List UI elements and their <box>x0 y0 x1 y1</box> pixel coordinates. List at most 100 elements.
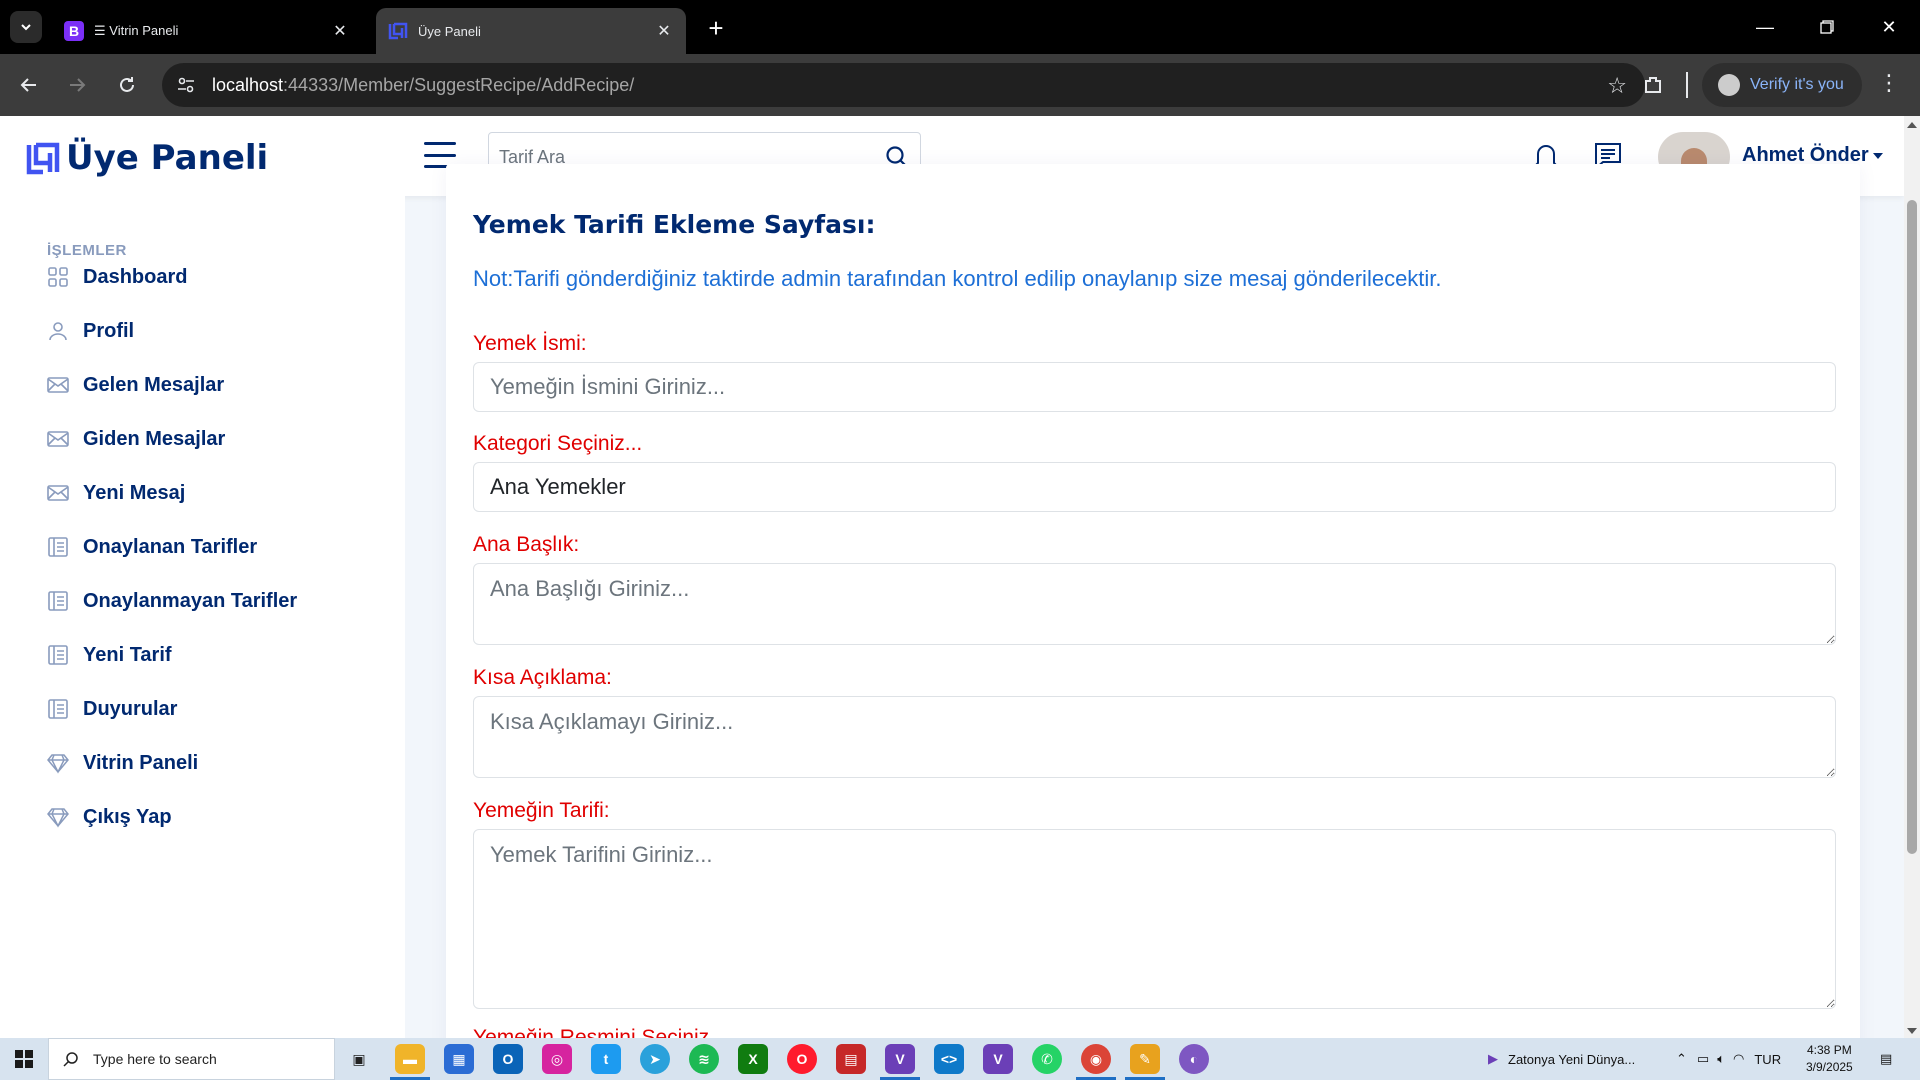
recipe-textarea[interactable] <box>473 829 1836 1009</box>
xbox-icon[interactable]: X <box>738 1044 768 1074</box>
gem-icon <box>47 752 69 774</box>
person-icon <box>47 320 69 342</box>
outlook-icon[interactable]: O <box>493 1044 523 1074</box>
short-description-textarea[interactable] <box>473 696 1836 778</box>
sidebar-item-label: Vitrin Paneli <box>83 751 199 774</box>
volume-icon[interactable]: 🔈︎ <box>1717 1051 1725 1067</box>
vscode-icon[interactable]: <> <box>934 1044 964 1074</box>
opera-icon[interactable]: O <box>787 1044 817 1074</box>
layout-text-icon <box>47 644 69 666</box>
restore-icon[interactable] <box>1804 10 1850 44</box>
spotify-icon[interactable]: ≋ <box>689 1044 719 1074</box>
verify-label: Verify it's you <box>1750 76 1844 93</box>
url-path: :44333/Member/SuggestRecipe/AddRecipe/ <box>283 74 635 95</box>
recipe-name-input[interactable] <box>473 362 1836 412</box>
tab-vitrin-paneli[interactable]: B ☰ Vitrin Paneli ✕ <box>52 8 362 54</box>
twitter-icon[interactable]: t <box>591 1044 621 1074</box>
verify-profile-button[interactable]: Verify it's you <box>1702 63 1862 107</box>
windows-start-icon[interactable] <box>0 1038 48 1080</box>
back-icon[interactable] <box>12 68 46 102</box>
forward-icon[interactable] <box>60 68 94 102</box>
scroll-down-icon[interactable] <box>1907 1028 1917 1034</box>
instagram-icon[interactable]: ◎ <box>542 1044 572 1074</box>
form-note: Not:Tarifi gönderdiğiniz taktirde admin … <box>473 266 1442 291</box>
tab-title: ☰ Vitrin Paneli <box>94 23 179 38</box>
tab-uye-paneli[interactable]: Üye Paneli ✕ <box>376 8 686 54</box>
sidebar-item-label: Duyurular <box>83 697 178 720</box>
close-icon[interactable]: ✕ <box>330 21 350 41</box>
sidebar-item-duyurular[interactable]: Duyurular <box>47 692 177 726</box>
taskbar-search-placeholder: Type here to search <box>93 1051 217 1067</box>
store-icon[interactable]: ▦ <box>444 1044 474 1074</box>
scroll-up-icon[interactable] <box>1907 122 1917 128</box>
whatsapp-icon[interactable]: ✆ <box>1032 1044 1062 1074</box>
taskbar-search[interactable]: Type here to search <box>48 1038 335 1080</box>
envelope-icon <box>47 374 69 396</box>
new-tab-button[interactable]: + <box>700 12 732 44</box>
layout-text-icon <box>47 590 69 612</box>
bookmark-star-icon[interactable]: ☆ <box>1607 73 1627 99</box>
caret-down-icon <box>1872 152 1883 159</box>
sidebar-item-yeni-mesaj[interactable]: Yeni Mesaj <box>47 476 185 510</box>
close-window-icon[interactable]: ✕ <box>1866 10 1912 44</box>
tab-search-button[interactable] <box>10 11 42 43</box>
telegram-icon[interactable]: ➤ <box>640 1044 670 1074</box>
reload-icon[interactable] <box>110 68 144 102</box>
sidebar-item-onaylanan-tarifler[interactable]: Onaylanan Tarifler <box>47 530 257 564</box>
battery-icon[interactable]: ▭ <box>1697 1051 1709 1067</box>
system-tray[interactable]: ⌃ ▭ 🔈︎ ◠ TUR <box>1676 1038 1781 1080</box>
site-settings-icon[interactable] <box>176 75 196 95</box>
sidebar-item-onaylanmayan-tarifler[interactable]: Onaylanmayan Tarifler <box>47 584 297 618</box>
sidebar-item-dashboard[interactable]: Dashboard <box>47 260 187 294</box>
logo[interactable]: Üye Paneli <box>26 138 268 178</box>
recipe-label: Yemeğin Tarifi: <box>473 799 610 822</box>
chrome-icon[interactable]: ◉ <box>1081 1044 1111 1074</box>
extensions-icon[interactable] <box>1636 68 1670 102</box>
main-heading-label: Ana Başlık: <box>473 533 580 556</box>
file-explorer-icon[interactable]: ▬ <box>395 1044 425 1074</box>
sidebar-item-label: Dashboard <box>83 265 188 288</box>
browser-tab-bar: B ☰ Vitrin Paneli ✕ Üye Paneli ✕ + — ✕ <box>0 0 1920 54</box>
visual-studio-2-icon[interactable]: V <box>983 1044 1013 1074</box>
media-widget[interactable]: ▶ Zatonya Yeni Dünya... <box>1488 1038 1635 1080</box>
notifications-icon[interactable]: ▤ <box>1880 1038 1892 1080</box>
search-icon <box>63 1052 78 1067</box>
task-view-icon[interactable]: ▣ <box>344 1044 374 1074</box>
layout-text-icon <box>47 698 69 720</box>
main-heading-textarea[interactable] <box>473 563 1836 645</box>
sidebar-item-gelen-mesajlar[interactable]: Gelen Mesajlar <box>47 368 224 402</box>
clock[interactable]: 4:38 PM 3/9/2025 <box>1806 1042 1853 1076</box>
sidebar-item-giden-mesajlar[interactable]: Giden Mesajlar <box>47 422 225 456</box>
sidebar-item-label: Profil <box>83 319 135 342</box>
minimize-icon[interactable]: — <box>1742 10 1788 44</box>
sidebar: İŞLEMLER Dashboard Profil Gelen Mesajlar Gi… <box>0 196 405 1038</box>
recipe-name-label: Yemek İsmi: <box>473 332 587 355</box>
chevron-down-icon <box>21 24 31 31</box>
sidebar-item-profil[interactable]: Profil <box>47 314 134 348</box>
url-host: localhost <box>212 74 284 95</box>
media-play-icon: ▶ <box>1488 1051 1498 1066</box>
bootstrap-favicon-icon: B <box>64 21 84 41</box>
sidebar-item-label: Onaylanan Tarifler <box>83 535 258 558</box>
sidebar-item-label: Gelen Mesajlar <box>83 373 225 396</box>
sidebar-item-çıkış-yap[interactable]: Çıkış Yap <box>47 800 172 834</box>
page-scrollbar[interactable] <box>1904 116 1920 1038</box>
wifi-icon[interactable]: ◠ <box>1733 1051 1744 1067</box>
chevron-up-icon[interactable]: ⌃ <box>1676 1051 1687 1067</box>
visual-studio-icon[interactable]: V <box>885 1044 915 1074</box>
category-select[interactable]: Ana Yemekler <box>473 462 1836 512</box>
nice-admin-favicon-icon <box>388 21 408 41</box>
scroll-thumb[interactable] <box>1907 200 1917 854</box>
sidebar-item-vitrin-paneli[interactable]: Vitrin Paneli <box>47 746 198 780</box>
sidebar-item-yeni-tarif[interactable]: Yeni Tarif <box>47 638 172 672</box>
tor-browser-icon[interactable]: ◐ <box>1179 1044 1209 1074</box>
address-bar[interactable]: localhost:44333/Member/SuggestRecipe/Add… <box>162 63 1645 107</box>
more-menu-icon[interactable]: ⋮ <box>1878 70 1900 96</box>
page: Üye Paneli Ahmet Önder İŞLEMLER Dashboar… <box>0 116 1920 1038</box>
close-icon[interactable]: ✕ <box>654 21 674 41</box>
recipe-image-label: Yemeğin Resmini Seçiniz <box>473 1026 710 1038</box>
envelope-icon <box>47 482 69 504</box>
app-icon[interactable]: ▤ <box>836 1044 866 1074</box>
paint-icon[interactable]: ✎ <box>1130 1044 1160 1074</box>
language-indicator[interactable]: TUR <box>1754 1052 1781 1067</box>
